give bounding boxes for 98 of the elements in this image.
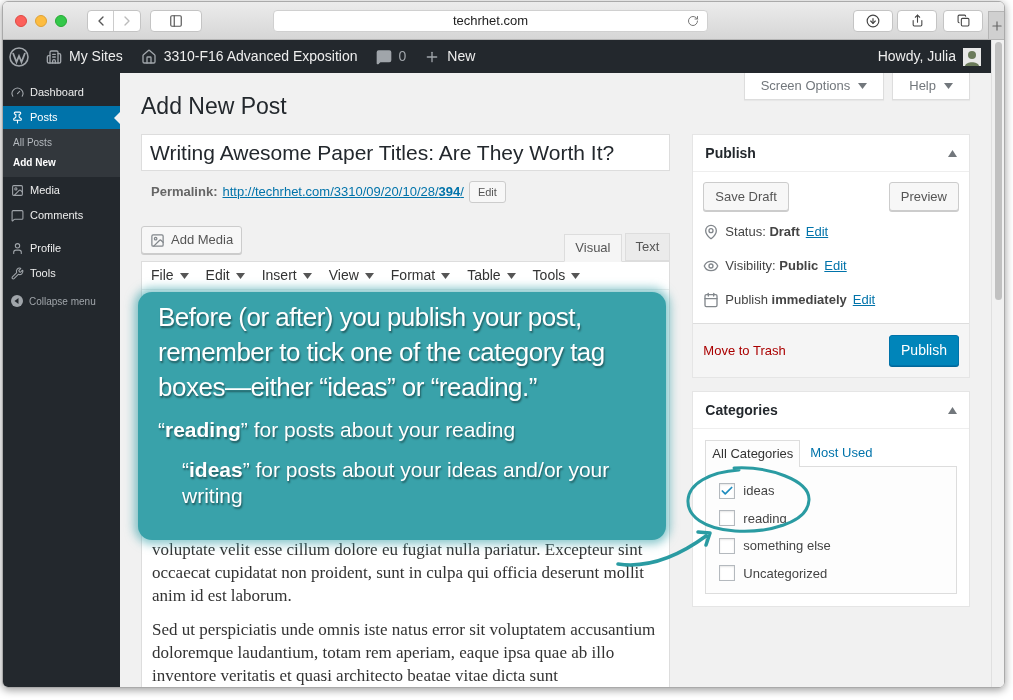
save-draft-button[interactable]: Save Draft [703,182,789,211]
caret-icon [235,272,245,279]
edit-permalink-button[interactable]: Edit [468,181,506,203]
panel-title: Categories [705,400,778,420]
media-icon [150,232,165,248]
callout-note: “reading” for posts about your reading [158,417,517,443]
permalink-link[interactable]: http://techrhet.com/3310/09/20/10/28/394/ [222,182,464,202]
avatar-icon[interactable] [963,47,981,66]
sidebar-toggle-button[interactable] [150,9,202,32]
scrollbar-thumb[interactable] [994,42,1002,300]
paragraph: voluptate velit esse cillum dolore eu fugiat nulla pariatur. Excepteur sint occaecat cupidatat non proident, sunt in culpa qui officia deserunt mollit anim id est laborum. [152,539,646,607]
submenu-item[interactable]: All Posts [3,136,120,150]
checkbox[interactable] [719,482,736,499]
caret-icon [364,272,374,279]
speech-bubble-icon [11,209,24,222]
preview-button[interactable]: Preview [888,182,959,211]
reload-icon[interactable] [687,14,699,27]
sidebar-item[interactable]: Tools [3,262,120,285]
collapse-triangle-icon[interactable] [948,149,957,157]
checkbox[interactable] [719,537,736,554]
menu-item[interactable]: Edit [205,265,245,286]
menu-item[interactable]: Table [467,265,516,286]
sidebar-icon [169,13,183,28]
category-tab[interactable]: All Categories [705,440,801,467]
checkbox[interactable] [719,510,736,527]
plus-icon [989,18,1004,33]
sidebar-item[interactable]: Profile [3,237,120,260]
downloads-button[interactable] [853,9,893,32]
admin-bar-item[interactable]: New [424,46,476,67]
category-tab[interactable]: Most Used [800,439,883,466]
category-label: something else [743,537,831,555]
image-icon [11,184,24,197]
download-icon [866,13,880,28]
publish-setting: Status: Draft [725,223,800,242]
permalink-label: Permalink: [151,183,218,202]
caret-icon [441,272,451,279]
edit-link[interactable]: Edit [805,222,829,242]
menu-item[interactable]: Tools [532,265,581,286]
address-field[interactable]: techrhet.com [273,9,708,32]
home-icon [140,48,157,65]
sidebar-item[interactable]: Posts [3,106,120,129]
add-media-button[interactable]: Add Media [141,226,243,254]
sidebar-item[interactable]: Dashboard [3,81,120,104]
paragraph: Sed ut perspiciatis unde omnis iste natus error sit voluptatem accusantium doloremque laudantium, totam rem aperiam, eaque ipsa quae ab illo inventore veritatis et quasi architecto beatae vitae dicta sunt [152,619,657,687]
wordpress-logo-icon[interactable] [9,46,29,67]
calendar-icon [703,292,720,308]
eye-icon [703,258,720,274]
share-button[interactable] [897,9,937,32]
caret-icon [858,83,868,89]
caret-icon [571,272,581,279]
menu-item[interactable]: View [328,265,374,286]
speech-bubble-icon [375,48,392,65]
pin-icon [11,111,24,124]
category-label: Uncategorized [743,564,828,583]
caret-icon [944,83,953,89]
admin-bar-item[interactable]: 0 [375,46,407,67]
caret-icon [179,272,189,279]
panel-title: Publish [705,143,756,163]
overlapping-squares-icon [956,14,970,27]
menu-item[interactable]: Format [390,265,451,286]
editor-tab[interactable]: Text [624,233,671,261]
admin-bar-item[interactable]: My Sites [46,46,123,67]
admin-bar-item[interactable]: 3310-F16 Advanced Exposition [140,46,358,67]
callout-note: “ideas” for posts about your ideas and/or your writing [181,457,611,509]
person-icon [11,242,24,255]
pin-icon [703,224,720,240]
move-to-trash-link[interactable]: Move to Trash [703,340,786,361]
tabs-button[interactable] [943,9,983,32]
greeting[interactable]: Howdy, Julia [877,46,956,67]
submenu-item[interactable]: Add New [3,156,120,170]
page-heading: Add New Post [141,92,287,120]
edit-link[interactable]: Edit [852,290,876,310]
publish-button[interactable]: Publish [889,335,959,366]
share-icon [910,14,924,27]
publish-setting: Visibility: Public [725,257,819,276]
gauge-icon [11,86,24,99]
menu-item[interactable]: Insert [261,265,312,286]
category-label: ideas [743,482,775,500]
collapse-menu-button[interactable]: Collapse menu [3,291,120,311]
screen-meta-tab[interactable]: Help [892,73,970,100]
close-window-icon[interactable] [15,14,27,27]
menu-item[interactable]: File [151,265,189,286]
checkbox[interactable] [719,565,736,582]
caret-icon [302,272,312,279]
caret-icon [506,272,516,279]
edit-link[interactable]: Edit [824,256,847,276]
screen-meta-tab[interactable]: Screen Options [743,73,885,100]
sidebar-item[interactable]: Media [3,179,120,202]
sidebar-item[interactable]: Comments [3,204,120,227]
zoom-window-icon[interactable] [55,14,67,27]
callout-text: Before (or after) you publish your post, remember to tick one of the category tag boxes—either “ideas” or “reading.” [158,301,606,404]
new-tab-button[interactable] [988,11,1004,39]
editor-tab[interactable]: Visual [564,234,622,262]
collapse-triangle-icon[interactable] [948,406,957,414]
wrench-icon [11,267,24,280]
buildings-icon [46,48,62,65]
post-title-field[interactable]: Writing Awesome Paper Titles: Are They Worth It? [141,134,671,171]
publish-setting: Publish immediately [725,291,847,310]
